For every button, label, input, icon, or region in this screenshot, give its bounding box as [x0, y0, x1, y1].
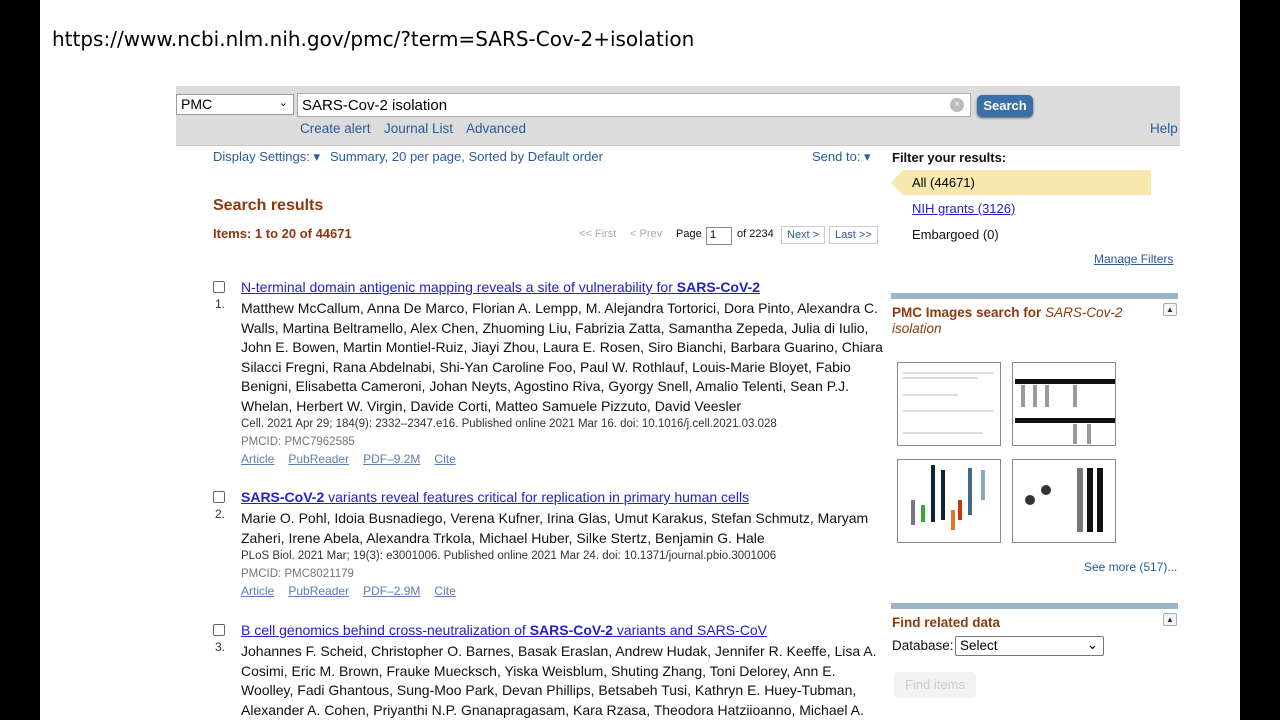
clear-icon[interactable]: ×: [950, 98, 964, 112]
prev-page: < Prev: [630, 228, 663, 240]
result-item: 2. SARS-CoV-2 variants reveal features c…: [213, 487, 883, 600]
pubreader-link[interactable]: PubReader: [288, 452, 349, 466]
cite-link[interactable]: Cite: [434, 584, 455, 598]
result-title-link[interactable]: N-terminal domain antigenic mapping reve…: [241, 277, 883, 297]
chevron-down-icon: ⌄: [1086, 637, 1098, 652]
url-text: https://www.ncbi.nlm.nih.gov/pmc/?term=S…: [52, 27, 695, 51]
pdf-link[interactable]: PDF–2.9M: [363, 584, 420, 598]
images-search-title: PMC Images search for SARS-Cov-2 isolati…: [892, 305, 1123, 336]
filter-all[interactable]: All (44671): [891, 170, 1151, 195]
filter-embargoed[interactable]: Embargoed (0): [912, 227, 999, 242]
help-link[interactable]: Help: [1150, 121, 1178, 136]
first-page: << First: [579, 228, 617, 240]
chevron-down-icon: ⌄: [278, 97, 288, 109]
find-items-button[interactable]: Find items: [894, 672, 976, 698]
pubreader-link[interactable]: PubReader: [288, 584, 349, 598]
database-select[interactable]: PMC ⌄: [176, 94, 294, 115]
result-citation: Cell. 2021 Apr 29; 184(9): 2332–2347.e16…: [241, 418, 777, 430]
filter-title: Filter your results:: [892, 150, 1007, 165]
page-label: Page: [676, 228, 702, 240]
image-thumbnail[interactable]: [1012, 459, 1116, 543]
divider: [891, 603, 1178, 609]
result-number: 3.: [215, 640, 226, 654]
search-input[interactable]: SARS-Cov-2 isolation ×: [297, 93, 971, 117]
divider: [891, 293, 1178, 299]
collapse-icon[interactable]: ▲: [1163, 613, 1177, 626]
advanced-link[interactable]: Advanced: [466, 121, 526, 136]
display-settings[interactable]: Display Settings: ▾: [213, 149, 320, 165]
page-total: of 2234: [737, 228, 774, 240]
items-count: Items: 1 to 20 of 44671: [213, 226, 352, 241]
result-number: 1.: [215, 297, 226, 311]
article-link[interactable]: Article: [241, 584, 274, 598]
display-settings-value[interactable]: Summary, 20 per page, Sorted by Default …: [330, 149, 603, 164]
result-checkbox[interactable]: [213, 624, 225, 636]
result-item: 3. B cell genomics behind cross-neutrali…: [213, 620, 883, 720]
collapse-icon[interactable]: ▲: [1163, 303, 1177, 316]
manage-filters-link[interactable]: Manage Filters: [1094, 252, 1173, 266]
find-related-title: Find related data: [892, 615, 1001, 630]
see-more-link[interactable]: See more (517)...: [1084, 560, 1177, 574]
result-checkbox[interactable]: [213, 491, 225, 503]
result-title-link[interactable]: SARS-CoV-2 variants reveal features crit…: [241, 487, 883, 507]
pdf-link[interactable]: PDF–9.2M: [363, 452, 420, 466]
next-page[interactable]: Next >: [781, 226, 826, 244]
result-title-link[interactable]: B cell genomics behind cross-neutralizat…: [241, 620, 883, 640]
result-authors: Marie O. Pohl, Idoia Busnadiego, Verena …: [241, 510, 869, 546]
create-alert-link[interactable]: Create alert: [300, 121, 371, 136]
image-thumbnail[interactable]: [1012, 362, 1116, 446]
result-citation: PLoS Biol. 2021 Mar; 19(3): e3001006. Pu…: [241, 550, 777, 562]
result-pmcid: PMCID: PMC7962585: [241, 436, 355, 448]
page-input[interactable]: 1: [706, 227, 732, 245]
filter-nih-grants[interactable]: NIH grants (3126): [912, 201, 1015, 216]
related-database-select[interactable]: Select ⌄: [955, 636, 1104, 656]
result-authors: Johannes F. Scheid, Christopher O. Barne…: [241, 643, 877, 718]
search-results-heading: Search results: [213, 197, 324, 214]
article-link[interactable]: Article: [241, 452, 274, 466]
last-page[interactable]: Last >>: [829, 226, 878, 244]
result-number: 2.: [215, 507, 226, 521]
result-pmcid: PMCID: PMC8021179: [241, 568, 354, 580]
database-label: Database:: [892, 638, 954, 653]
result-item: 1. N-terminal domain antigenic mapping r…: [213, 277, 883, 468]
result-authors: Matthew McCallum, Anna De Marco, Florian…: [241, 300, 883, 414]
search-query: SARS-Cov-2 isolation: [302, 97, 448, 114]
journal-list-link[interactable]: Journal List: [384, 121, 453, 136]
image-thumbnail[interactable]: [897, 459, 1001, 543]
image-thumbnail[interactable]: [897, 362, 1001, 446]
send-to[interactable]: Send to: ▾: [812, 149, 871, 165]
cite-link[interactable]: Cite: [434, 452, 455, 466]
search-button[interactable]: Search: [977, 95, 1033, 117]
database-value: PMC: [181, 96, 213, 112]
result-checkbox[interactable]: [213, 281, 225, 293]
